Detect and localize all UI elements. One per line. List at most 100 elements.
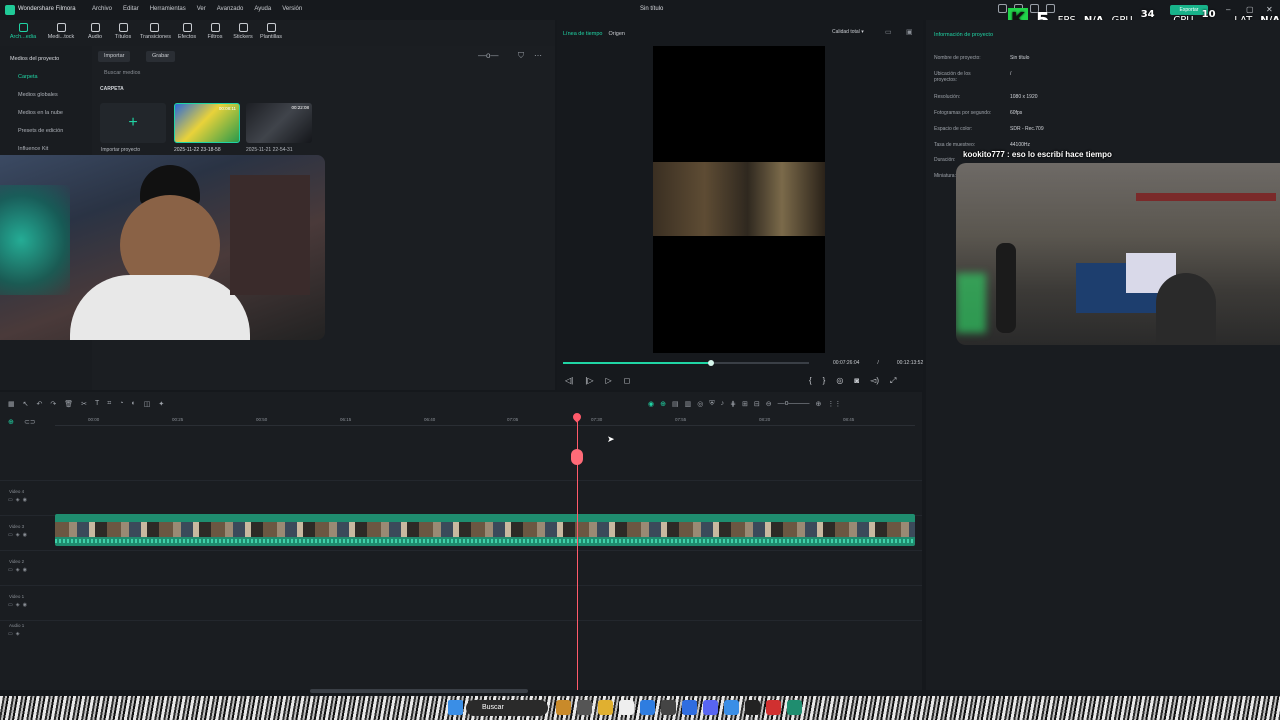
- timeline-scrollbar[interactable]: [310, 689, 528, 693]
- shield-icon[interactable]: ⛨: [709, 400, 714, 408]
- menu-version[interactable]: Versión: [282, 6, 302, 12]
- mask-icon[interactable]: ◫: [144, 400, 151, 408]
- auto-ripple-icon[interactable]: ◉: [648, 400, 654, 408]
- edge-icon[interactable]: [640, 700, 655, 715]
- step-back-icon[interactable]: ◁|: [565, 376, 573, 385]
- zoom-out-icon[interactable]: ⊖: [766, 400, 772, 408]
- more-icon[interactable]: ⋯: [534, 51, 542, 60]
- file-explorer-icon[interactable]: [598, 700, 613, 715]
- tool-audio[interactable]: Audio: [81, 23, 109, 40]
- tool-stock-media[interactable]: Medi...tock: [47, 23, 75, 40]
- track-controls-icon[interactable]: ▭◈◉: [8, 497, 30, 503]
- track-controls-icon[interactable]: ▭◈◉: [8, 567, 30, 573]
- camera-icon[interactable]: ◙: [854, 376, 859, 386]
- sidebar-item-project-media[interactable]: Medios del proyecto: [10, 56, 59, 62]
- app-icon[interactable]: [661, 700, 676, 715]
- speed-icon[interactable]: ◔: [119, 400, 123, 408]
- mark-out-icon[interactable]: }: [823, 376, 826, 386]
- menu-archivo[interactable]: Archivo: [92, 6, 112, 12]
- volume-icon[interactable]: ◅): [870, 376, 879, 386]
- filmora-taskbar-icon[interactable]: [787, 700, 802, 715]
- progress-knob[interactable]: [707, 360, 714, 366]
- prev-frame-icon[interactable]: |▷: [585, 376, 593, 385]
- playhead-marker[interactable]: [571, 449, 583, 465]
- tool-templates[interactable]: Plantillas: [257, 23, 285, 40]
- tab-timeline[interactable]: Línea de tiempo: [563, 31, 602, 37]
- snapshot-view-icon[interactable]: ▣: [906, 28, 913, 36]
- app-icon[interactable]: [724, 700, 739, 715]
- tool-stickers[interactable]: Stickers: [229, 23, 257, 40]
- mark-in-icon[interactable]: {: [809, 376, 812, 386]
- sidebar-item-influence-kit[interactable]: Influence Kit: [18, 146, 48, 152]
- import-button[interactable]: Importar: [98, 51, 131, 62]
- video-clip[interactable]: [55, 514, 915, 546]
- render-icon[interactable]: ◎: [836, 376, 843, 386]
- tool-project-media[interactable]: Arch...edia: [9, 23, 37, 40]
- tool-filters[interactable]: Filtros: [201, 23, 229, 40]
- audio-mix-icon[interactable]: ⋕: [730, 400, 736, 408]
- redo-icon[interactable]: ↷: [50, 400, 56, 408]
- replace-icon[interactable]: ⊞: [742, 400, 748, 408]
- app-icon[interactable]: [556, 700, 571, 715]
- zoom-slider-icon[interactable]: —o—: [478, 51, 498, 60]
- zoom-slider[interactable]: —o———: [778, 400, 810, 408]
- import-project-tile[interactable]: +: [100, 103, 166, 143]
- text-icon[interactable]: T: [95, 400, 99, 408]
- layout-icon[interactable]: ▦: [8, 400, 15, 408]
- filter-icon[interactable]: ⛉: [518, 51, 524, 61]
- track-controls-icon[interactable]: ▭◈: [8, 631, 23, 637]
- taskbar-search[interactable]: Buscar: [466, 700, 548, 716]
- sidebar-item-edit-presets[interactable]: Presets de edición: [18, 128, 63, 134]
- menu-editar[interactable]: Editar: [123, 6, 139, 12]
- motion-icon[interactable]: ◎: [697, 400, 703, 408]
- tab-origin[interactable]: Origen: [608, 31, 625, 37]
- add-track-icon[interactable]: ⊕: [8, 418, 14, 426]
- sidebar-item-cloud-media[interactable]: Medios en la nube: [18, 110, 63, 116]
- crop-icon[interactable]: ⌗: [107, 400, 111, 408]
- split-view-icon[interactable]: ▭: [885, 28, 892, 36]
- link-icon[interactable]: ⊂⊃: [24, 418, 36, 426]
- stop-icon[interactable]: ◻: [624, 376, 631, 385]
- mic-icon[interactable]: ♪: [721, 400, 725, 408]
- tool-effects[interactable]: Efectos: [173, 23, 201, 40]
- fit-icon[interactable]: ⊟: [754, 400, 760, 408]
- media-thumb-1[interactable]: 00:08:11: [174, 103, 240, 143]
- snap-icon[interactable]: ⊕: [660, 400, 666, 408]
- color-icon[interactable]: ◐: [131, 400, 135, 408]
- grid-icon[interactable]: ⋮⋮: [827, 400, 841, 408]
- undo-icon[interactable]: ↶: [37, 400, 43, 408]
- marker-icon[interactable]: ▥: [685, 400, 692, 408]
- media-search-input[interactable]: Buscar medios: [104, 70, 140, 76]
- obs-icon[interactable]: [745, 700, 760, 715]
- fullscreen-icon[interactable]: ⤢: [890, 376, 896, 386]
- play-icon[interactable]: ▷: [605, 376, 611, 385]
- select-icon[interactable]: ↖: [23, 400, 29, 408]
- quality-dropdown[interactable]: Calidad total ▾: [832, 29, 864, 35]
- app-icon[interactable]: [577, 700, 592, 715]
- app-icon[interactable]: [619, 700, 634, 715]
- zoom-in-icon[interactable]: ⊕: [816, 400, 822, 408]
- track-controls-icon[interactable]: ▭◈◉: [8, 602, 30, 608]
- menu-ver[interactable]: Ver: [197, 6, 206, 12]
- notification-icon[interactable]: [998, 4, 1007, 13]
- track-controls-icon[interactable]: ▭◈◉: [8, 532, 30, 538]
- discord-icon[interactable]: [703, 700, 718, 715]
- timeline-ruler[interactable]: 00:00 00:25 00:50 06:15 06:40 07:05 07:3…: [55, 414, 915, 426]
- menu-avanzado[interactable]: Avanzado: [217, 6, 244, 12]
- ai-icon[interactable]: ✦: [158, 400, 164, 408]
- playback-progress[interactable]: [563, 360, 809, 366]
- menu-herramientas[interactable]: Herramientas: [150, 6, 186, 12]
- menu-ayuda[interactable]: Ayuda: [254, 6, 271, 12]
- tool-titles[interactable]: Títulos: [109, 23, 137, 40]
- tool-transitions[interactable]: Transiciones: [140, 23, 171, 40]
- render-preview-icon[interactable]: ▤: [672, 400, 679, 408]
- app-icon[interactable]: [682, 700, 697, 715]
- sidebar-item-folder[interactable]: Carpeta: [18, 74, 38, 80]
- sidebar-item-global-media[interactable]: Medios globales: [18, 92, 58, 98]
- windows-start-icon[interactable]: [448, 700, 463, 715]
- split-icon[interactable]: ✂: [81, 400, 87, 408]
- delete-icon[interactable]: 🗑: [64, 400, 73, 408]
- media-thumb-2[interactable]: 00:22:08: [246, 103, 312, 143]
- record-button[interactable]: Grabar: [146, 51, 176, 62]
- app-icon[interactable]: [766, 700, 781, 715]
